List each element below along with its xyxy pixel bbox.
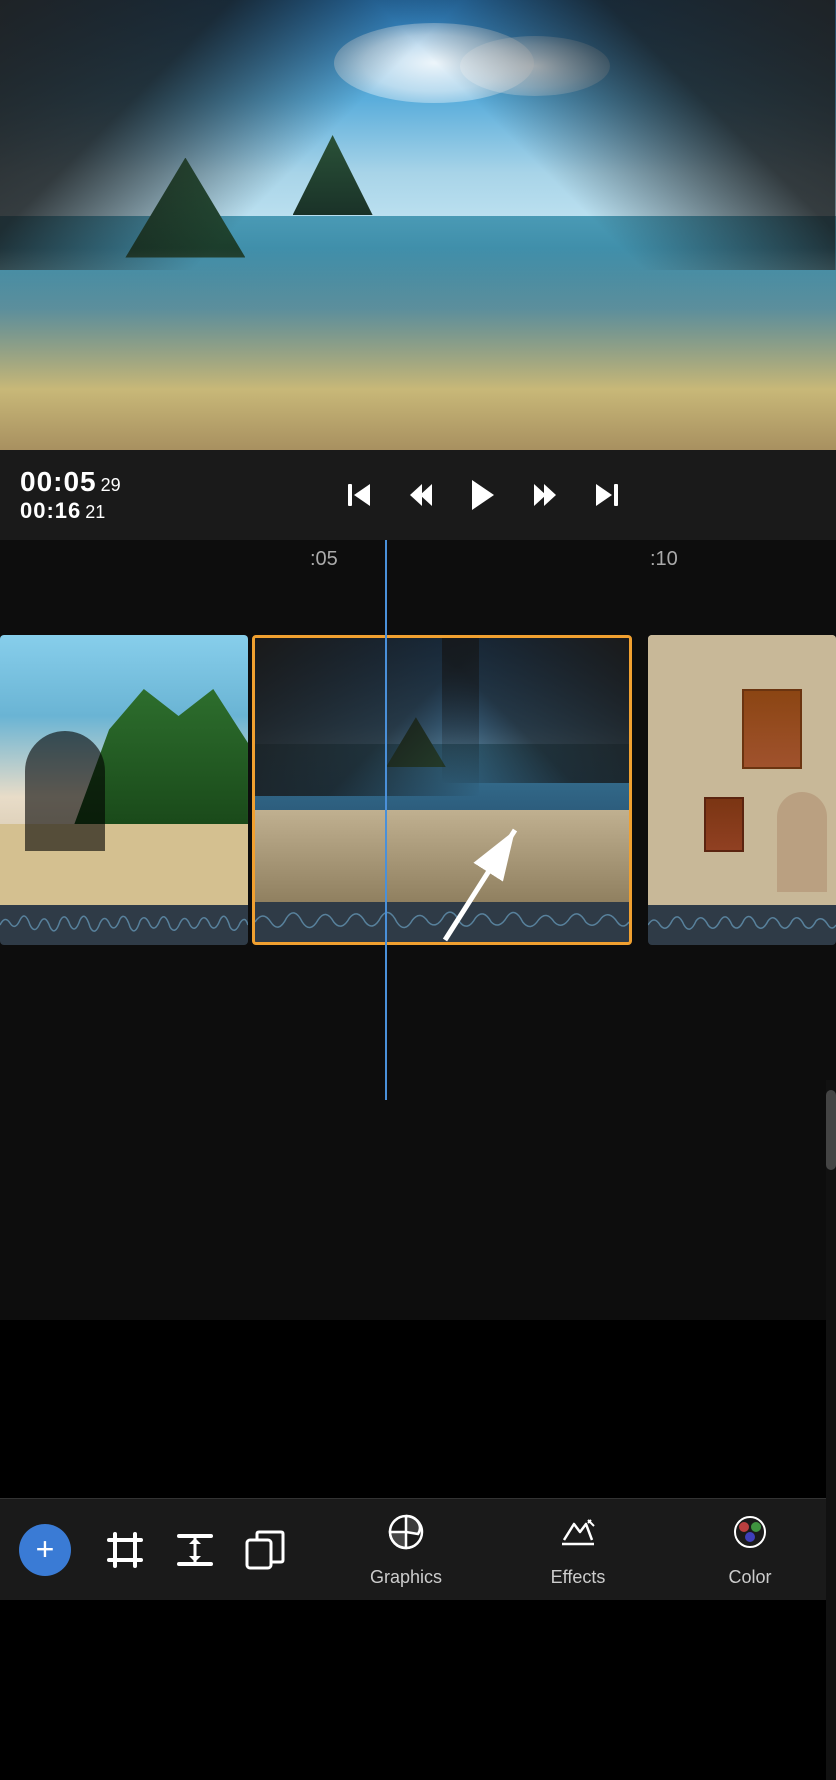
skip-to-end-button[interactable] <box>585 473 629 517</box>
graphics-label: Graphics <box>370 1567 442 1588</box>
timecode-frame: 29 <box>101 475 121 495</box>
timecode-total-frame: 21 <box>85 502 105 522</box>
timecode-total: 00:16 <box>20 498 81 523</box>
bottom-toolbar: + <box>0 1498 836 1600</box>
color-icon <box>730 1512 770 1561</box>
timeline-container: :05 :10 <box>0 540 836 1240</box>
step-forward-button[interactable] <box>523 473 567 517</box>
clip-building-thumbnail <box>648 635 836 905</box>
clip-boat[interactable] <box>252 635 632 945</box>
skip-to-start-button[interactable] <box>337 473 381 517</box>
scrollbar-thumb[interactable] <box>826 1090 836 1170</box>
beach-person <box>25 731 105 851</box>
clip-boat-thumbnail <box>255 638 629 902</box>
boat-background <box>255 638 629 902</box>
timecode-current: 00:05 <box>20 466 97 497</box>
building-person <box>777 792 827 892</box>
clip-beach-thumbnail <box>0 635 248 905</box>
building-background <box>648 635 836 905</box>
add-button[interactable]: + <box>0 1499 90 1601</box>
clip-boat-waveform <box>255 902 629 942</box>
boat-hull <box>255 810 629 902</box>
timeline-marker-5: :05 <box>310 548 338 571</box>
timeline-ruler: :05 :10 <box>0 540 836 600</box>
timeline-scrollbar[interactable] <box>826 1080 836 1780</box>
graphics-icon-svg <box>386 1512 426 1552</box>
effects-icon-svg <box>558 1512 598 1552</box>
left-tools: + <box>0 1499 320 1601</box>
beach-background <box>0 635 248 905</box>
preview-boat-hull <box>0 248 836 451</box>
clip-building-waveform <box>648 905 836 945</box>
boat-canopy-right <box>442 638 629 783</box>
timecode-current-display: 00:0529 <box>20 466 150 498</box>
empty-tracks <box>0 980 836 1320</box>
color-icon-svg <box>730 1512 770 1552</box>
effects-label: Effects <box>551 1567 606 1588</box>
bottom-nav: Graphics Effects <box>320 1499 836 1601</box>
clip-beach-waveform <box>0 905 248 945</box>
effects-icon <box>558 1512 598 1561</box>
timecode-display: 00:0529 00:1621 <box>20 466 150 524</box>
timeline-marker-10: :10 <box>650 548 678 571</box>
building-window1 <box>742 689 802 769</box>
nav-color-button[interactable]: Color <box>664 1499 836 1601</box>
nav-graphics-button[interactable]: Graphics <box>320 1499 492 1601</box>
add-plus-icon: + <box>36 1531 55 1568</box>
building-window2 <box>704 797 744 852</box>
clip-beach[interactable] <box>0 635 248 945</box>
playhead <box>385 540 387 1100</box>
duplicate-tool-button[interactable] <box>230 1499 300 1601</box>
graphics-icon <box>386 1512 426 1561</box>
clip-building[interactable] <box>648 635 836 945</box>
nav-effects-button[interactable]: Effects <box>492 1499 664 1601</box>
playback-controls <box>150 473 816 517</box>
timecode-total-display: 00:1621 <box>20 498 150 524</box>
step-back-button[interactable] <box>399 473 443 517</box>
play-button[interactable] <box>461 473 505 517</box>
duplicate-icon <box>243 1528 287 1572</box>
split-icon <box>173 1528 217 1572</box>
trim-tool-button[interactable] <box>90 1499 160 1601</box>
clips-area <box>0 600 836 980</box>
color-label: Color <box>728 1567 771 1588</box>
video-preview <box>0 0 836 450</box>
add-circle-icon: + <box>19 1524 71 1576</box>
trim-icon <box>103 1528 147 1572</box>
controls-bar: 00:0529 00:1621 <box>0 450 836 540</box>
split-tool-button[interactable] <box>160 1499 230 1601</box>
